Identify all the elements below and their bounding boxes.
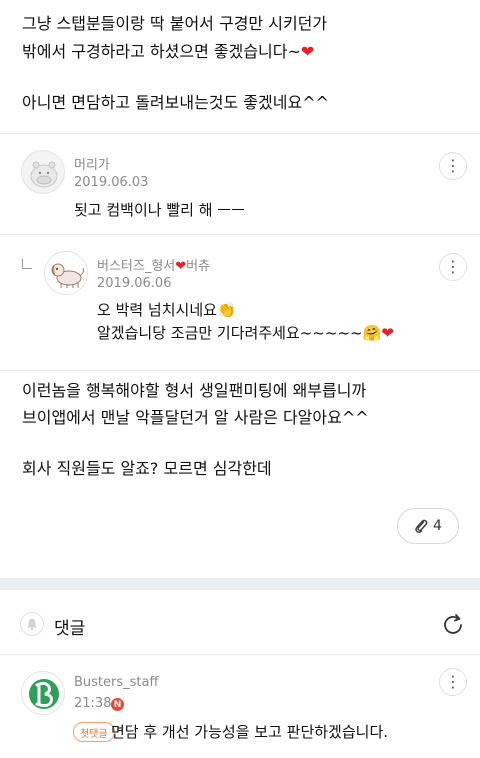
- comment-text: 면담 후 개선 가능성을 보고 판단하겠습니다.: [111, 723, 389, 741]
- post-line-2-text: 밖에서 구경하라고 하셨으면 좋겠습니다~: [22, 42, 301, 61]
- author-name-suffix: 버츄: [186, 259, 211, 274]
- comment-time: 21:38: [74, 696, 112, 711]
- comment-date: 2019.06.06: [97, 276, 172, 291]
- comment-text: 오 박력 넘치시네요: [97, 301, 217, 319]
- more-icon: ⋮: [445, 156, 461, 175]
- more-options-button[interactable]: ⋮: [439, 668, 467, 696]
- paperclip-icon: [415, 519, 428, 534]
- busters-logo-icon: [29, 679, 59, 709]
- reply-item: 버스터즈_형서❤버츄 2019.06.06 오 박력 넘치시네요👏 알겠습니당 …: [0, 235, 480, 370]
- attachment-count: 4: [433, 518, 442, 534]
- comment-text-line-1: 오 박력 넘치시네요👏: [97, 298, 236, 322]
- new-badge: N: [111, 698, 124, 711]
- post-line-2: 밖에서 구경하라고 하셨으면 좋겠습니다~❤: [22, 40, 314, 64]
- avatar[interactable]: [21, 150, 65, 194]
- more-options-button[interactable]: ⋮: [439, 152, 467, 180]
- attachment-count-button[interactable]: 4: [397, 508, 459, 544]
- heart-icon: ❤: [300, 42, 315, 61]
- comment-author[interactable]: 버스터즈_형서❤버츄: [97, 255, 210, 274]
- avatar[interactable]: [21, 671, 65, 715]
- more-icon: ⋮: [445, 257, 461, 276]
- author-name-prefix: 버스터즈_형서: [97, 259, 176, 274]
- section-separator: [0, 578, 480, 590]
- more-options-button[interactable]: ⋮: [439, 253, 467, 281]
- comment-text: 알겠습니당 조금만 기다려주세요~~~~~: [97, 324, 363, 342]
- post-line-1: 그냥 스탭분들이랑 딱 붙어서 구경만 시키던가: [22, 14, 328, 33]
- body-line-3: 회사 직원들도 알죠? 모르면 심각한데: [22, 459, 272, 478]
- divider: [0, 370, 480, 371]
- comment-text-line-2: 알겠습니당 조금만 기다려주세요~~~~~🤗❤: [97, 321, 394, 345]
- clap-emoji-icon: 👏: [216, 301, 236, 319]
- body-line-2: 브이앱에서 맨날 악플달던거 알 사람은 다알아요^^: [22, 408, 369, 427]
- dog-avatar-icon: [51, 263, 85, 288]
- body-line-1: 이런놈을 행복해야할 형서 생일팬미팅에 왜부릅니까: [22, 381, 367, 400]
- comments-title: 댓글: [54, 619, 86, 639]
- comment-author[interactable]: 머리가: [74, 154, 110, 173]
- hippo-avatar-icon: [30, 161, 58, 188]
- heart-icon: ❤: [381, 324, 394, 342]
- staff-comment-item: Busters_staff 21:38 N 첫댓글 면담 후 개선 가능성을 보…: [0, 655, 480, 758]
- more-icon: ⋮: [445, 672, 461, 691]
- comment-item: 머리가 2019.06.03 됫고 컴백이나 빨리 해 ㅡㅡ ⋮: [0, 134, 480, 234]
- bell-glyph: [27, 618, 37, 631]
- comment-date: 2019.06.03: [74, 175, 149, 190]
- comment-text: 됫고 컴백이나 빨리 해 ㅡㅡ: [74, 201, 245, 219]
- comment-author[interactable]: Busters_staff: [74, 675, 158, 690]
- bell-icon[interactable]: [20, 612, 44, 636]
- first-comment-tag: 첫댓글: [73, 722, 115, 742]
- comments-header: 댓글: [0, 600, 480, 648]
- heart-icon: ❤: [175, 259, 187, 274]
- refresh-icon[interactable]: [440, 612, 466, 638]
- post-line-3: 아니면 면담하고 돌려보내는것도 좋겠네요^^: [22, 93, 330, 112]
- hug-emoji-icon: 🤗: [362, 324, 382, 342]
- avatar[interactable]: [44, 251, 88, 295]
- reply-arrow-icon: [22, 259, 32, 269]
